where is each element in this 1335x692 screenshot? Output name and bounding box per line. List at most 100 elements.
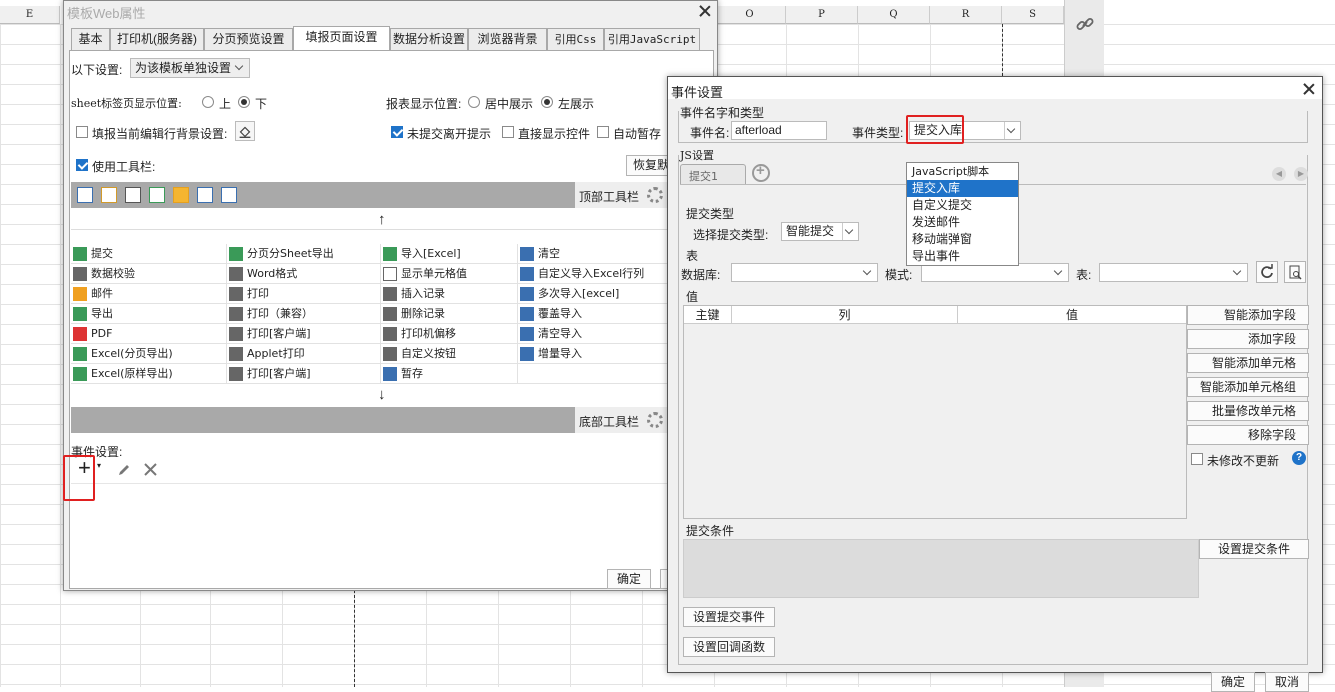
- report-center-radio[interactable]: [468, 96, 480, 108]
- toolbar-button-2-0[interactable]: 邮件: [71, 284, 227, 304]
- toolbar-button-2-3[interactable]: 多次导入[excel]: [518, 284, 674, 304]
- tab-2[interactable]: 分页预览设置: [204, 28, 293, 50]
- toolbar-button-1-0[interactable]: 数据校验: [71, 264, 227, 284]
- delete-x-icon[interactable]: [144, 463, 157, 476]
- dialog-titlebar[interactable]: 事件设置: [668, 77, 1322, 100]
- dropdown-option-send-mail[interactable]: 发送邮件: [907, 214, 1018, 231]
- insert-row-icon[interactable]: [197, 187, 213, 203]
- set-submit-event-button[interactable]: 设置提交事件: [683, 607, 775, 627]
- toolbar-button-6-1[interactable]: 打印[客户端]: [227, 364, 381, 384]
- remove-field-button[interactable]: 移除字段: [1187, 425, 1309, 445]
- gear-icon[interactable]: [647, 412, 663, 428]
- column-header-primary-key[interactable]: 主键: [684, 306, 732, 324]
- close-icon[interactable]: [1302, 82, 1316, 96]
- tab-6[interactable]: 引用Css: [547, 28, 604, 50]
- dropdown-option-mobile-popup[interactable]: 移动端弹窗: [907, 231, 1018, 248]
- pencil-check-icon[interactable]: [101, 187, 117, 203]
- toolbar-button-5-3[interactable]: 增量导入: [518, 344, 674, 364]
- use-toolbar-checkbox[interactable]: [76, 159, 88, 171]
- database-select[interactable]: [731, 263, 878, 282]
- tab-4[interactable]: 数据分析设置: [390, 28, 468, 50]
- batch-modify-cell-button[interactable]: 批量修改单元格: [1187, 401, 1309, 421]
- ok-button[interactable]: 确定: [607, 569, 651, 589]
- toolbar-button-6-0[interactable]: Excel(原样导出): [71, 364, 227, 384]
- ok-button[interactable]: 确定: [1211, 672, 1255, 692]
- gear-icon[interactable]: [647, 187, 663, 203]
- dropdown-option-submit-db[interactable]: 提交入库: [907, 180, 1018, 197]
- column-header-s[interactable]: S: [1002, 6, 1064, 24]
- export-icon[interactable]: [149, 187, 165, 203]
- close-icon[interactable]: [698, 4, 712, 18]
- smart-add-field-button[interactable]: 智能添加字段: [1187, 305, 1309, 325]
- toolbar-button-5-2[interactable]: 自定义按钮: [381, 344, 518, 364]
- report-left-radio[interactable]: [541, 96, 553, 108]
- submit-type-select[interactable]: 智能提交: [781, 222, 859, 241]
- toolbar-button-3-1[interactable]: 打印（兼容）: [227, 304, 381, 324]
- toolbar-button-4-0[interactable]: PDF: [71, 324, 227, 344]
- event-name-input[interactable]: afterload: [731, 121, 827, 140]
- column-header-p[interactable]: P: [786, 6, 858, 24]
- add-tab-plus-icon[interactable]: +: [752, 162, 770, 182]
- toolbar-button-2-1[interactable]: 打印: [227, 284, 381, 304]
- toolbar-button-0-3[interactable]: 清空: [518, 244, 674, 264]
- column-header-column[interactable]: 列: [732, 306, 958, 324]
- toolbar-button-6-2[interactable]: 暂存: [381, 364, 518, 384]
- tab-0[interactable]: 基本: [71, 28, 110, 50]
- cancel-button[interactable]: 取消: [1265, 672, 1309, 692]
- toolbar-button-5-1[interactable]: Applet打印: [227, 344, 381, 364]
- auto-save-checkbox[interactable]: [597, 126, 609, 138]
- toolbar-button-4-3[interactable]: 清空导入: [518, 324, 674, 344]
- toolbar-button-4-2[interactable]: 打印机偏移: [381, 324, 518, 344]
- refresh-icon[interactable]: [1256, 261, 1278, 283]
- smart-add-cell-button[interactable]: 智能添加单元格: [1187, 353, 1309, 373]
- help-icon[interactable]: ?: [1292, 451, 1306, 465]
- search-table-icon[interactable]: [1284, 261, 1306, 283]
- event-type-dropdown[interactable]: JavaScript脚本 提交入库 自定义提交 发送邮件 移动端弹窗 导出事件: [906, 162, 1019, 266]
- column-header-e[interactable]: E: [0, 6, 60, 24]
- toolbar-button-5-0[interactable]: Excel(分页导出): [71, 344, 227, 364]
- fill-bg-checkbox[interactable]: [76, 126, 88, 138]
- tab-1[interactable]: 打印机(服务器): [110, 28, 204, 50]
- window-icon[interactable]: [221, 187, 237, 203]
- smart-add-cell-group-button[interactable]: 智能添加单元格组: [1187, 377, 1309, 397]
- chevron-left-icon[interactable]: ◀: [1272, 167, 1286, 181]
- toolbar-button-0-0[interactable]: 提交: [71, 244, 227, 264]
- table-select[interactable]: [1099, 263, 1248, 282]
- save-icon[interactable]: [77, 187, 93, 203]
- tab-5[interactable]: 浏览器背景: [468, 28, 547, 50]
- scope-select[interactable]: 为该模板单独设置: [130, 58, 250, 78]
- column-header-value[interactable]: 值: [958, 306, 1186, 324]
- mail-icon[interactable]: [173, 187, 189, 203]
- no-update-checkbox[interactable]: [1191, 453, 1203, 465]
- paint-bucket-icon[interactable]: [235, 121, 255, 141]
- toolbar-button-3-2[interactable]: 删除记录: [381, 304, 518, 324]
- arrow-up-icon[interactable]: ↑: [378, 211, 386, 228]
- toolbar-button-1-3[interactable]: 自定义导入Excel行列: [518, 264, 674, 284]
- edit-pencil-icon[interactable]: [117, 463, 131, 477]
- unsubmitted-leave-checkbox[interactable]: [391, 126, 403, 138]
- toolbar-button-1-1[interactable]: Word格式: [227, 264, 381, 284]
- submit-condition-box[interactable]: [683, 539, 1199, 598]
- dialog-titlebar[interactable]: 模板Web属性: [64, 1, 717, 21]
- toolbar-button-2-2[interactable]: 插入记录: [381, 284, 518, 304]
- toolbar-button-3-3[interactable]: 覆盖导入: [518, 304, 674, 324]
- sheet-tab-down-radio[interactable]: [238, 96, 250, 108]
- direct-show-checkbox[interactable]: [502, 126, 514, 138]
- column-header-r[interactable]: R: [930, 6, 1002, 24]
- arrow-down-icon[interactable]: ↓: [378, 386, 386, 403]
- toolbar-button-0-1[interactable]: 分页分Sheet导出: [227, 244, 381, 264]
- set-callback-button[interactable]: 设置回调函数: [683, 637, 775, 657]
- tab-3[interactable]: 填报页面设置: [293, 26, 390, 50]
- toolbar-button-3-0[interactable]: 导出: [71, 304, 227, 324]
- toolbar-button-0-2[interactable]: 导入[Excel]: [381, 244, 518, 264]
- sheet-tab-up-radio[interactable]: [202, 96, 214, 108]
- print-icon[interactable]: [125, 187, 141, 203]
- column-header-o[interactable]: O: [714, 6, 786, 24]
- link-icon[interactable]: [1075, 14, 1095, 34]
- tab-submit-1[interactable]: 提交1: [680, 164, 746, 184]
- dropdown-option-custom-submit[interactable]: 自定义提交: [907, 197, 1018, 214]
- toolbar-button-1-2[interactable]: 显示单元格值: [381, 264, 518, 284]
- set-submit-condition-button[interactable]: 设置提交条件: [1199, 539, 1309, 559]
- add-field-button[interactable]: 添加字段: [1187, 329, 1309, 349]
- tab-7[interactable]: 引用JavaScript: [604, 28, 700, 50]
